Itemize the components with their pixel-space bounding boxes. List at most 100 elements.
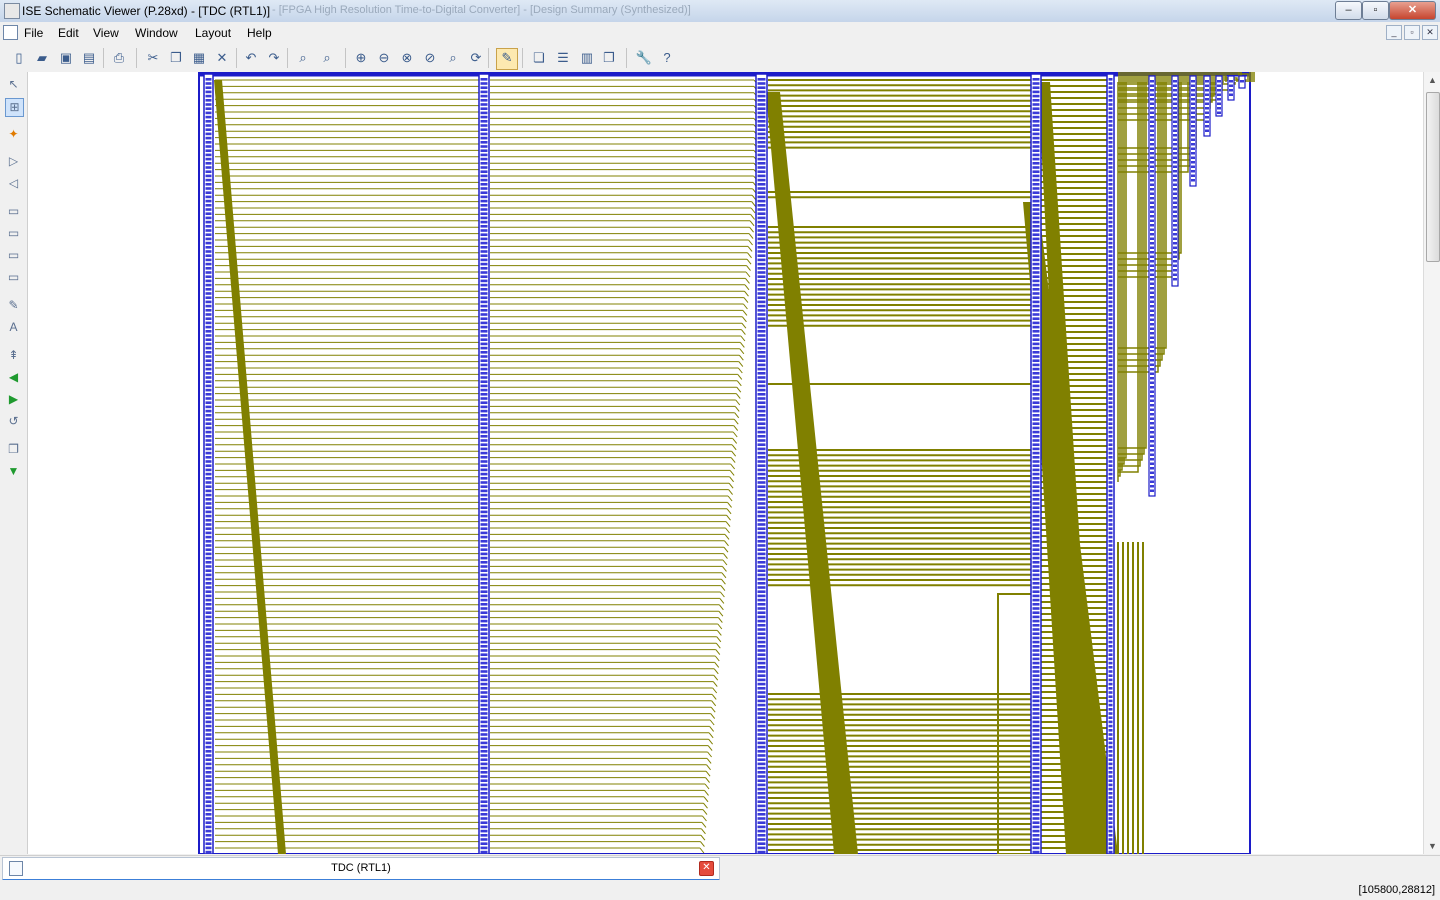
find-next-icon[interactable]: ⌕	[318, 49, 336, 67]
pin	[1150, 215, 1154, 218]
label-icon[interactable]: A	[5, 319, 22, 336]
pin	[1032, 170, 1040, 173]
select-tool-icon[interactable]: ↖	[5, 76, 22, 93]
pin	[1150, 408, 1154, 411]
copy-icon[interactable]: ❐	[167, 49, 185, 67]
pin	[1173, 233, 1177, 236]
menu-help[interactable]: Help	[247, 26, 272, 40]
pin	[1150, 174, 1154, 177]
tile-horizontal-icon[interactable]: ☰	[554, 49, 572, 67]
pin	[1173, 260, 1177, 263]
pin	[205, 338, 212, 341]
push-icon[interactable]: ⇞	[5, 347, 22, 364]
tile-vertical-icon[interactable]: ▥	[578, 49, 596, 67]
scroll-thumb[interactable]	[1426, 92, 1440, 262]
pin	[1150, 120, 1154, 123]
zoom-box-icon[interactable]: ⊘	[421, 49, 439, 67]
pin	[1032, 103, 1040, 106]
pin	[480, 199, 488, 203]
pin	[480, 283, 488, 287]
cascade-icon[interactable]: ❏	[530, 49, 548, 67]
save-icon[interactable]: ▣	[57, 49, 75, 67]
pan-icon[interactable]: ✎	[496, 48, 518, 70]
zoom-full-icon[interactable]: ⊗	[398, 49, 416, 67]
menu-window[interactable]: Window	[135, 26, 178, 40]
export-icon[interactable]: ▼	[5, 463, 22, 480]
schematic-view-icon[interactable]: ⊞	[5, 98, 24, 117]
redo-icon[interactable]: ↷	[265, 49, 283, 67]
schematic-canvas[interactable]	[28, 72, 1423, 854]
pin	[480, 825, 488, 829]
pin	[757, 682, 766, 686]
pin	[480, 195, 488, 199]
pin	[757, 426, 766, 430]
scroll-up-icon[interactable]: ▲	[1424, 72, 1440, 88]
pin	[480, 477, 488, 480]
pin	[205, 535, 212, 539]
print-icon[interactable]: ⎙	[110, 49, 128, 67]
expand-input-icon[interactable]: ▷	[5, 153, 22, 170]
mdi-minimize-button[interactable]: _	[1386, 25, 1402, 40]
tab-close-icon[interactable]: ✕	[699, 861, 714, 876]
tab-tdc-rtl1[interactable]: TDC (RTL1) ✕	[2, 857, 720, 881]
pin	[205, 611, 212, 614]
history-icon[interactable]: ↺	[5, 413, 22, 430]
help-icon[interactable]: ?	[658, 49, 676, 67]
pin	[1108, 829, 1113, 833]
scroll-down-icon[interactable]: ▼	[1424, 838, 1440, 854]
pin	[480, 577, 488, 581]
properties-icon[interactable]: ▭	[5, 269, 22, 286]
refresh-icon[interactable]: ⟳	[467, 49, 485, 67]
pin	[1108, 540, 1113, 543]
arrange-icon[interactable]: ❐	[600, 49, 618, 67]
save-all-icon[interactable]: ▤	[80, 49, 98, 67]
pin	[1191, 125, 1195, 128]
pin	[205, 313, 212, 316]
delete-icon[interactable]: ✕	[213, 49, 231, 67]
copy-view-icon[interactable]: ❐	[5, 441, 22, 458]
zoom-in-icon[interactable]: ⊕	[352, 49, 370, 67]
pin	[205, 716, 212, 719]
zoom-selection-icon[interactable]: ⌕	[444, 49, 462, 67]
pin	[205, 212, 212, 215]
undo-icon[interactable]: ↶	[242, 49, 260, 67]
settings-icon[interactable]: 🔧	[635, 49, 653, 67]
close-button[interactable]: ✕	[1389, 1, 1436, 20]
edit-icon[interactable]: ✎	[5, 297, 22, 314]
pin	[480, 586, 488, 589]
forward-icon[interactable]: ▶	[5, 391, 22, 408]
pin	[1108, 750, 1113, 753]
mdi-restore-button[interactable]: ▫	[1404, 25, 1420, 40]
add-instance-icon[interactable]: ✦	[5, 126, 22, 143]
menu-view[interactable]: View	[93, 26, 119, 40]
pin	[1150, 354, 1154, 357]
maximize-button[interactable]: ▫	[1362, 1, 1389, 20]
menu-edit[interactable]: Edit	[58, 26, 79, 40]
show-block-icon[interactable]: ▭	[5, 203, 22, 220]
paste-icon[interactable]: ▦	[190, 49, 208, 67]
pin	[1173, 116, 1177, 119]
zoom-out-icon[interactable]: ⊖	[375, 49, 393, 67]
menu-layout[interactable]: Layout	[195, 26, 231, 40]
pin	[480, 514, 488, 518]
pin	[757, 573, 766, 577]
new-icon[interactable]: ▯	[10, 49, 28, 67]
expand-output-icon[interactable]: ◁	[5, 175, 22, 192]
find-icon[interactable]: ⌕	[294, 49, 312, 67]
remove-icon[interactable]: ▭	[5, 247, 22, 264]
open-icon[interactable]: ▰	[33, 49, 51, 67]
back-icon[interactable]: ◀	[5, 369, 22, 386]
hide-block-icon[interactable]: ▭	[5, 225, 22, 242]
pin	[205, 523, 212, 526]
document-icon[interactable]	[3, 25, 18, 40]
pin	[205, 624, 212, 627]
menu-file[interactable]: File	[24, 26, 43, 40]
pin	[1173, 170, 1177, 173]
pin	[1108, 304, 1113, 308]
pin	[1173, 98, 1177, 101]
pin	[1108, 615, 1113, 619]
vertical-scrollbar[interactable]: ▲ ▼	[1423, 72, 1440, 854]
cut-icon[interactable]: ✂	[144, 49, 162, 67]
minimize-button[interactable]: –	[1335, 1, 1362, 20]
mdi-close-button[interactable]: ✕	[1422, 25, 1438, 40]
